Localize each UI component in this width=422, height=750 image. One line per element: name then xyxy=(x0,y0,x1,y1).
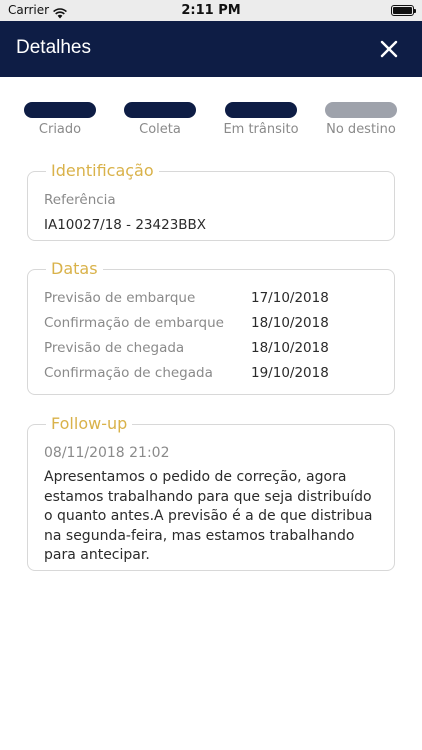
step-label: No destino xyxy=(326,122,396,137)
section-title: Follow-up xyxy=(46,414,133,433)
date-row: Previsão de chegada 18/10/2018 xyxy=(44,340,384,360)
date-row: Confirmação de embarque 18/10/2018 xyxy=(44,315,384,335)
identificacao-card: Identificação Referência IA10027/18 - 23… xyxy=(27,161,395,241)
reference-label: Referência xyxy=(44,192,116,208)
app-header: Detalhes xyxy=(0,21,422,77)
step-em-transito: Em trânsito xyxy=(211,100,311,137)
step-coleta: Coleta xyxy=(110,100,210,137)
status-time: 2:11 PM xyxy=(181,3,241,18)
datas-card: Datas Previsão de embarque 17/10/2018 Co… xyxy=(27,259,395,395)
step-label: Em trânsito xyxy=(223,122,299,137)
step-bar xyxy=(325,102,397,118)
close-icon xyxy=(380,40,398,58)
followup-message: Apresentamos o pedido de correção, agora… xyxy=(44,469,373,563)
date-label: Previsão de chegada xyxy=(44,340,185,356)
date-row: Previsão de embarque 17/10/2018 xyxy=(44,290,384,310)
step-bar xyxy=(124,102,196,118)
followup-card: Follow-up 08/11/2018 21:02 Apresentamos … xyxy=(27,414,395,571)
date-label: Confirmação de embarque xyxy=(44,315,224,331)
close-button[interactable] xyxy=(378,38,400,60)
date-value: 17/10/2018 xyxy=(251,290,329,306)
reference-value: IA10027/18 - 23423BBX xyxy=(44,217,207,233)
followup-timestamp: 08/11/2018 21:02 xyxy=(44,445,170,461)
tracking-steps: Criado Coleta Em trânsito No destino xyxy=(0,100,422,140)
battery-icon xyxy=(391,5,416,16)
page-title: Detalhes xyxy=(16,37,91,58)
status-bar: Carrier 2:11 PM xyxy=(0,0,422,21)
date-label: Previsão de embarque xyxy=(44,290,196,306)
date-row: Confirmação de chegada 19/10/2018 xyxy=(44,365,384,385)
step-label: Criado xyxy=(38,122,82,137)
section-title: Identificação xyxy=(46,161,159,180)
step-bar xyxy=(225,102,297,118)
step-no-destino: No destino xyxy=(311,100,411,137)
date-value: 18/10/2018 xyxy=(251,315,329,331)
date-value: 19/10/2018 xyxy=(251,365,329,381)
step-bar xyxy=(24,102,96,118)
date-label: Confirmação de chegada xyxy=(44,365,213,381)
step-label: Coleta xyxy=(139,122,181,137)
section-title: Datas xyxy=(46,259,103,278)
date-value: 18/10/2018 xyxy=(251,340,329,356)
step-criado: Criado xyxy=(10,100,110,137)
